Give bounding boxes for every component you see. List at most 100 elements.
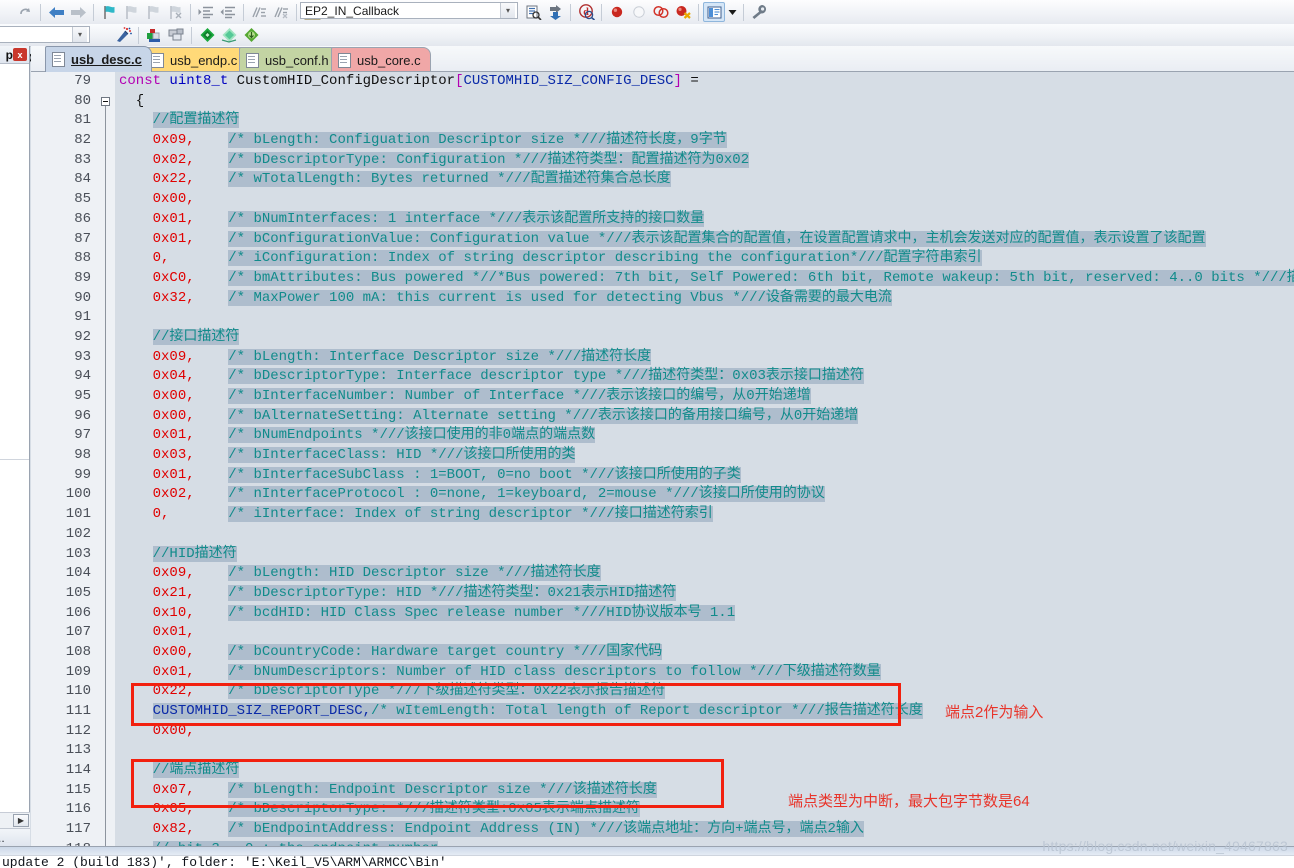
bookmark-next-icon[interactable]: [142, 2, 164, 22]
code-view[interactable]: 79 const uint8_t CustomHID_ConfigDescript…: [31, 72, 1294, 846]
manage-windows-dropdown-icon[interactable]: [725, 2, 739, 22]
breakpoint-insert-icon[interactable]: [606, 2, 628, 22]
code-line[interactable]: 91: [31, 308, 1294, 328]
navigate-forward-icon[interactable]: [67, 2, 89, 22]
download-to-flash-icon[interactable]: [240, 25, 262, 45]
goto-definition-icon[interactable]: [544, 2, 566, 22]
target-options-icon[interactable]: [112, 25, 134, 45]
line-text: 0xC0, /* bmAttributes: Bus powered *//*B…: [119, 269, 1294, 289]
code-line[interactable]: 109 0x01, /* bNumDescriptors: Number of …: [31, 663, 1294, 683]
breakpoint-kill-all-icon[interactable]: [650, 2, 672, 22]
code-line[interactable]: 96 0x00, /* bAlternateSetting: Alternate…: [31, 407, 1294, 427]
tab-usb_conf-h[interactable]: usb_conf.h: [239, 47, 339, 72]
function-combo[interactable]: EP2_IN_Callback ▾: [300, 2, 518, 19]
line-text: 0x01, /* bInterfaceSubClass : 1=BOOT, 0=…: [152, 466, 741, 483]
configure-icon[interactable]: [748, 2, 770, 22]
code-line[interactable]: 98 0x03, /* bInterfaceClass: HID *///该接口…: [31, 446, 1294, 466]
manage-windows-icon[interactable]: [703, 2, 725, 22]
line-text: 0x00, /* bInterfaceNumber: Number of Int…: [152, 388, 811, 404]
source-code[interactable]: 79 const uint8_t CustomHID_ConfigDescript…: [31, 72, 1294, 846]
line-number: 110: [65, 683, 91, 700]
line-number: 101: [65, 506, 91, 523]
line-text: 0x09, /* bLength: Configuation Descripto…: [152, 132, 727, 149]
line-number: 104: [65, 565, 91, 582]
line-number: 115: [65, 781, 91, 798]
toolbar-primary: EP2_IN_Callback ▾ d: [0, 0, 1294, 25]
line-text: //接口描述符: [152, 328, 240, 345]
line-text: 0x01, /* bNumEndpoints *///该接口使用的非0端点的端点…: [152, 427, 596, 444]
code-line[interactable]: 103 //HID描述符: [31, 545, 1294, 565]
code-line[interactable]: 107 0x01,: [31, 623, 1294, 643]
code-line[interactable]: 101 0, /* iInterface: Index of string de…: [31, 505, 1294, 525]
bookmark-clear-icon[interactable]: [164, 2, 186, 22]
tab-usb_endp-c[interactable]: usb_endp.c: [144, 47, 248, 72]
code-line[interactable]: 99 0x01, /* bInterfaceSubClass : 1=BOOT,…: [31, 466, 1294, 486]
line-number: 84: [74, 171, 91, 188]
code-line[interactable]: 79 const uint8_t CustomHID_ConfigDescript…: [31, 72, 1294, 92]
line-number: 107: [65, 624, 91, 641]
code-line[interactable]: 89 0xC0, /* bmAttributes: Bus powered */…: [31, 269, 1294, 289]
scroll-right-icon[interactable]: ▶: [13, 814, 29, 827]
indent-decrease-icon[interactable]: [217, 2, 239, 22]
line-number: 108: [65, 643, 91, 660]
redo-icon[interactable]: [14, 2, 36, 22]
navigate-back-icon[interactable]: [45, 2, 67, 22]
code-line[interactable]: 104 0x09, /* bLength: HID Descriptor siz…: [31, 564, 1294, 584]
code-line[interactable]: 87 0x01, /* bConfigurationValue: Configu…: [31, 230, 1294, 250]
bookmark-toggle-icon[interactable]: [98, 2, 120, 22]
chevron-down-icon[interactable]: ▾: [72, 27, 87, 42]
chevron-down-icon[interactable]: ▾: [500, 3, 515, 18]
tab-usb_core-c[interactable]: usb_core.c: [331, 47, 431, 72]
tab-label: usb_endp.c: [170, 52, 238, 68]
close-icon[interactable]: x: [13, 48, 27, 61]
find-in-files-icon[interactable]: [522, 2, 544, 22]
code-line[interactable]: 100 0x02, /* nInterfaceProtocol : 0=none…: [31, 485, 1294, 505]
project-tree[interactable]: nd.s: [0, 64, 29, 809]
line-number: 93: [74, 348, 91, 365]
tab-usb_desc-c[interactable]: usb_desc.c: [45, 46, 152, 72]
code-line[interactable]: 117 0x82, /* bEndpointAddress: Endpoint …: [31, 820, 1294, 840]
project-panel-tabs[interactable]: mp...: [0, 828, 30, 846]
manage-project-items-icon[interactable]: [143, 25, 165, 45]
code-line[interactable]: 85 0x00,: [31, 190, 1294, 210]
line-text: 0x09, /* bLength: HID Descriptor size */…: [152, 565, 601, 582]
code-line[interactable]: 94 0x04, /* bDescriptorType: Interface d…: [31, 367, 1294, 387]
line-text: 0x01, /* bNumDescriptors: Number of HID …: [152, 663, 881, 680]
line-number: 97: [74, 427, 91, 444]
breakpoint-disable-icon[interactable]: [628, 2, 650, 22]
code-line[interactable]: 82 0x09, /* bLength: Configuation Descri…: [31, 131, 1294, 151]
comment-block-icon[interactable]: [248, 2, 270, 22]
rebuild-all-icon[interactable]: [218, 25, 240, 45]
line-number: 112: [65, 722, 91, 739]
code-line[interactable]: 86 0x01, /* bNumInterfaces: 1 interface …: [31, 210, 1294, 230]
code-line[interactable]: 108 0x00, /* bCountryCode: Hardware targ…: [31, 643, 1294, 663]
project-tab-label[interactable]: mp...: [0, 831, 5, 845]
file-icon: [246, 52, 259, 68]
code-line[interactable]: 84 0x22, /* wTotalLength: Bytes returned…: [31, 170, 1294, 190]
code-line[interactable]: 97 0x01, /* bNumEndpoints *///该接口使用的非0端点…: [31, 426, 1294, 446]
indent-increase-icon[interactable]: [195, 2, 217, 22]
code-line[interactable]: 102: [31, 525, 1294, 545]
code-line[interactable]: 88 0, /* iConfiguration: Index of string…: [31, 249, 1294, 269]
status-bar-text: update 2 (build 183)', folder: 'E:\Keil_…: [2, 855, 447, 868]
code-line[interactable]: 105 0x21, /* bDescriptorType: HID *///描述…: [31, 584, 1294, 604]
target-combo[interactable]: ▾: [0, 26, 90, 43]
line-number: 85: [74, 191, 91, 208]
code-line[interactable]: 81 //配置描述符: [31, 111, 1294, 131]
code-line[interactable]: 93 0x09, /* bLength: Interface Descripto…: [31, 348, 1294, 368]
code-line[interactable]: 106 0x10, /* bcdHID: HID Class Spec rele…: [31, 604, 1294, 624]
fold-toggle-icon[interactable]: [101, 96, 110, 106]
debug-start-icon[interactable]: d: [575, 2, 597, 22]
bookmark-prev-icon[interactable]: [120, 2, 142, 22]
line-number: 100: [65, 486, 91, 503]
code-line[interactable]: 83 0x02, /* bDescriptorType: Configurati…: [31, 151, 1294, 171]
project-panel-title: p: [5, 47, 13, 62]
code-line[interactable]: 95 0x00, /* bInterfaceNumber: Number of …: [31, 387, 1294, 407]
batch-build-icon[interactable]: [165, 25, 187, 45]
breakpoint-disable-all-icon[interactable]: [672, 2, 694, 22]
build-target-icon[interactable]: [196, 25, 218, 45]
code-line[interactable]: 90 0x32, /* MaxPower 100 mA: this curren…: [31, 289, 1294, 309]
project-hscrollbar[interactable]: ▶: [0, 812, 30, 828]
code-line[interactable]: 80 {: [31, 92, 1294, 112]
code-line[interactable]: 92 //接口描述符: [31, 328, 1294, 348]
